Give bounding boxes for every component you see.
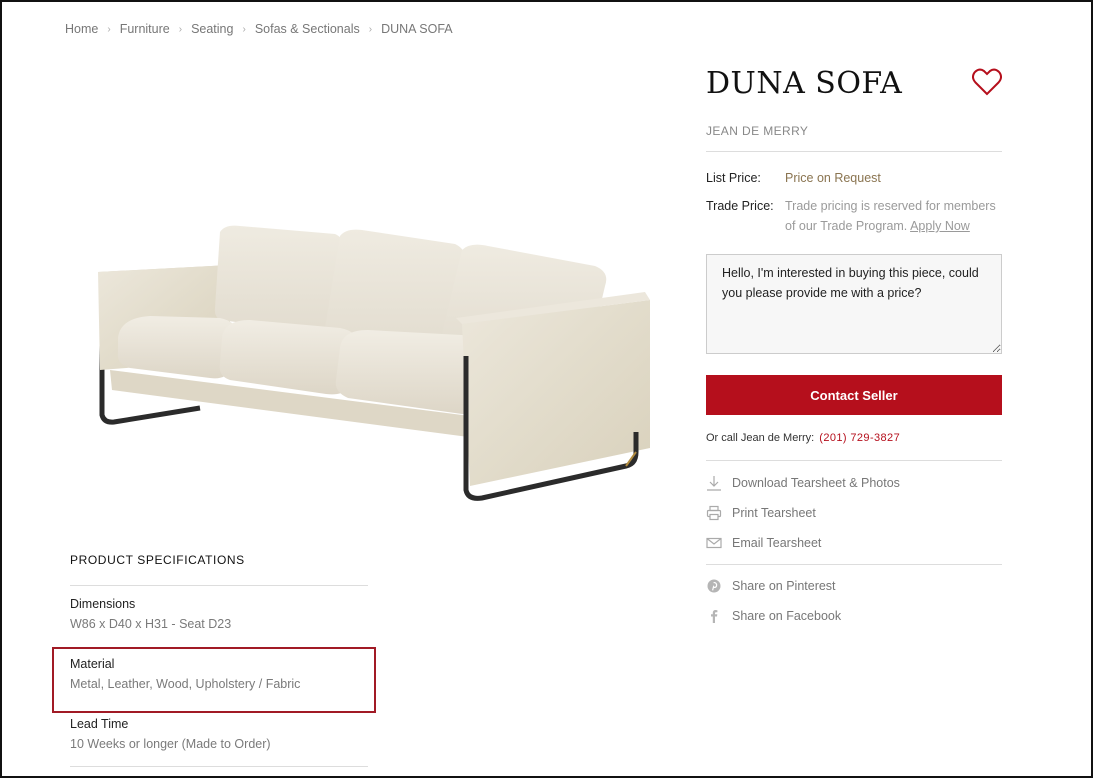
call-text: Or call Jean de Merry: xyxy=(706,432,815,444)
heart-icon[interactable] xyxy=(972,68,1002,96)
action-label: Share on Facebook xyxy=(732,609,842,623)
brand-name[interactable]: JEAN DE MERRY xyxy=(706,124,1002,138)
contact-seller-button[interactable]: Contact Seller xyxy=(706,375,1002,415)
share-pinterest-link[interactable]: Share on Pinterest xyxy=(706,571,1002,601)
email-tearsheet-link[interactable]: Email Tearsheet xyxy=(706,528,1002,558)
product-sidebar: DUNA SOFA JEAN DE MERRY List Price: Pric… xyxy=(706,66,1002,631)
envelope-icon xyxy=(706,535,722,551)
action-label: Share on Pinterest xyxy=(732,579,836,593)
download-tearsheet-link[interactable]: Download Tearsheet & Photos xyxy=(706,468,1002,498)
trade-price-text: Trade pricing is reserved for members of… xyxy=(785,196,1002,236)
spec-label: Dimensions xyxy=(70,597,136,611)
product-specifications: PRODUCT SPECIFICATIONS Dimensions W86 x … xyxy=(52,553,376,766)
spec-lead-time: Lead Time 10 Weeks or longer (Made to Or… xyxy=(70,706,368,766)
product-title: DUNA SOFA xyxy=(706,66,903,101)
breadcrumb-furniture[interactable]: Furniture xyxy=(120,22,170,36)
pinterest-icon xyxy=(706,578,722,594)
spec-material: Material Metal, Leather, Wood, Upholster… xyxy=(52,646,376,713)
trade-price-label: Trade Price: xyxy=(706,199,774,213)
list-price-value: Price on Request xyxy=(785,171,881,185)
chevron-right-icon: › xyxy=(178,23,183,35)
right-arm xyxy=(462,300,650,486)
divider xyxy=(706,151,1002,152)
specs-title: PRODUCT SPECIFICATIONS xyxy=(70,553,245,567)
divider xyxy=(706,564,1002,565)
chevron-right-icon: › xyxy=(242,23,246,35)
trade-price-row: Trade Price: Trade pricing is reserved f… xyxy=(706,196,1002,236)
spec-value: W86 x D40 x H31 - Seat D23 xyxy=(70,617,232,631)
breadcrumb-current: DUNA SOFA xyxy=(381,22,453,36)
product-image[interactable] xyxy=(90,220,660,510)
tearsheet-actions: Download Tearsheet & Photos Print Tearsh… xyxy=(706,468,1002,558)
chevron-right-icon: › xyxy=(368,23,373,35)
apply-now-link[interactable]: Apply Now xyxy=(910,219,970,233)
spec-value: Metal, Leather, Wood, Upholstery / Fabri… xyxy=(70,677,301,691)
list-price-label: List Price: xyxy=(706,171,761,185)
call-line: Or call Jean de Merry: (201) 729-3827 xyxy=(706,432,1002,444)
breadcrumb-sofas-sectionals[interactable]: Sofas & Sectionals xyxy=(255,22,360,36)
printer-icon xyxy=(706,505,722,521)
action-label: Email Tearsheet xyxy=(732,536,822,550)
message-textarea[interactable]: Hello, I'm interested in buying this pie… xyxy=(706,254,1002,354)
share-facebook-link[interactable]: Share on Facebook xyxy=(706,601,1002,631)
download-icon xyxy=(706,475,722,491)
facebook-icon xyxy=(706,608,722,624)
breadcrumb: Home › Furniture › Seating › Sofas & Sec… xyxy=(65,22,453,36)
spec-dimensions: Dimensions W86 x D40 x H31 - Seat D23 xyxy=(70,586,368,646)
breadcrumb-home[interactable]: Home xyxy=(65,22,98,36)
print-tearsheet-link[interactable]: Print Tearsheet xyxy=(706,498,1002,528)
social-share: Share on Pinterest Share on Facebook xyxy=(706,571,1002,631)
phone-link[interactable]: (201) 729-3827 xyxy=(819,432,900,444)
action-label: Download Tearsheet & Photos xyxy=(732,476,900,490)
chevron-right-icon: › xyxy=(107,23,111,35)
list-price-row: List Price: Price on Request xyxy=(706,168,1002,188)
divider xyxy=(70,766,368,767)
spec-label: Material xyxy=(70,657,115,671)
breadcrumb-seating[interactable]: Seating xyxy=(191,22,233,36)
back-cushion-1 xyxy=(214,225,343,333)
spec-label: Lead Time xyxy=(70,717,129,731)
action-label: Print Tearsheet xyxy=(732,506,816,520)
spec-value: 10 Weeks or longer (Made to Order) xyxy=(70,737,271,751)
divider xyxy=(706,460,1002,461)
